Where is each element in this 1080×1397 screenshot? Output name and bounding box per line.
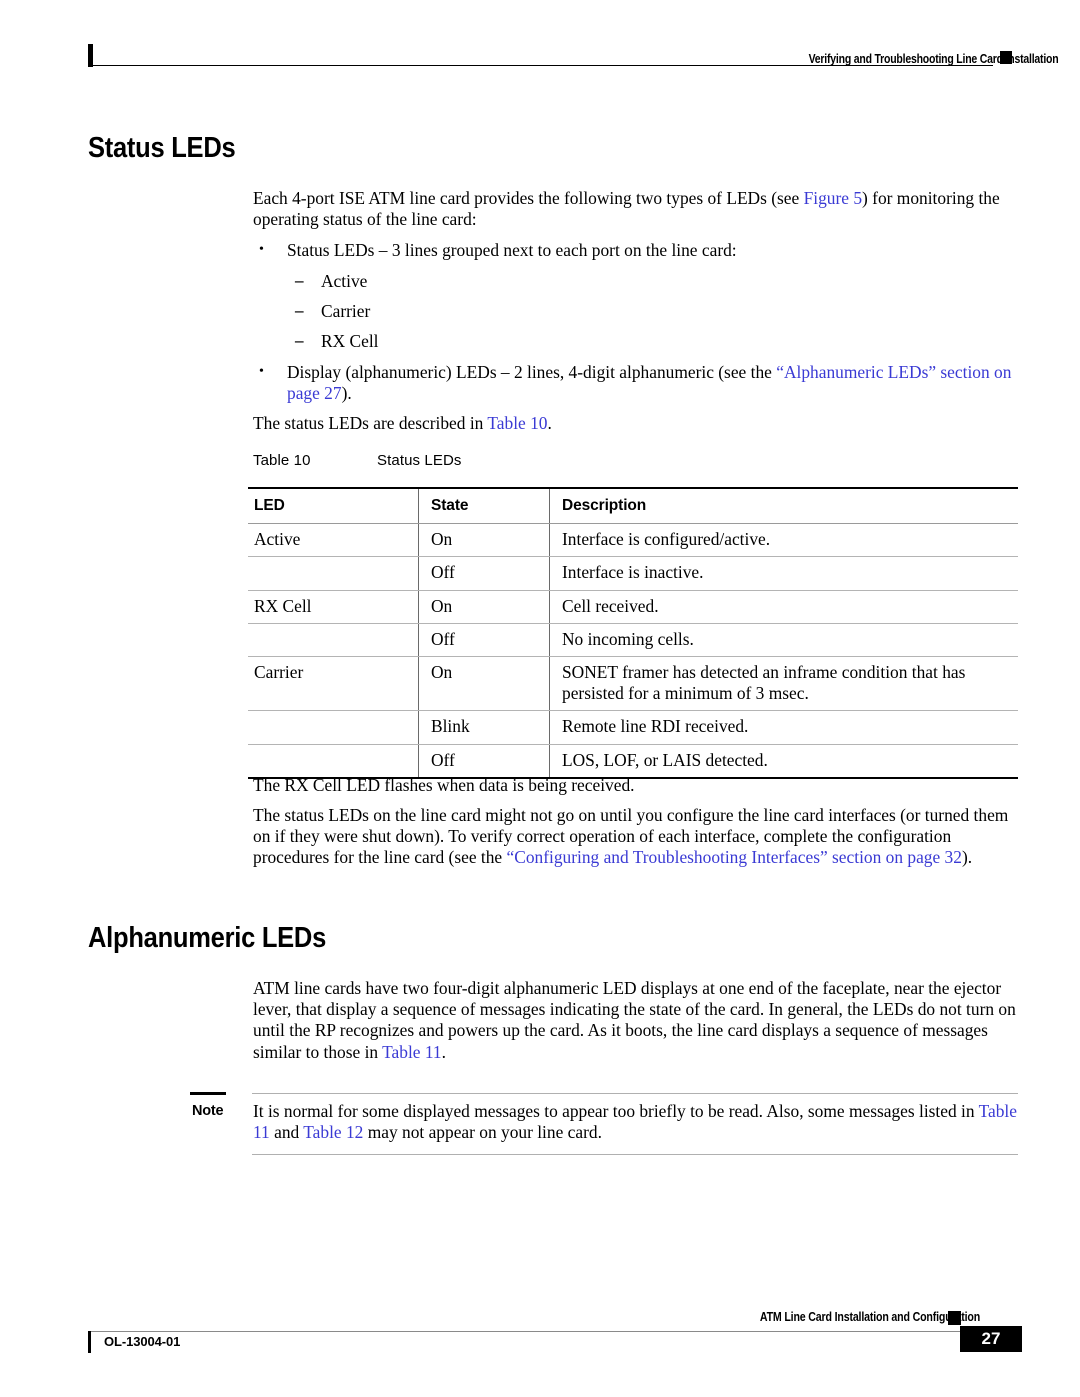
para2-post-text: ). — [961, 847, 973, 868]
rx-cell-paragraph: The RX Cell LED flashes when data is bei… — [253, 775, 1018, 796]
note-label: Note — [192, 1103, 224, 1119]
list-item: Active — [253, 270, 1018, 292]
table-row: Active On Interface is configured/active… — [248, 523, 1018, 558]
table-10-link[interactable]: Table 10 — [487, 413, 547, 433]
cell-state: On — [418, 656, 550, 712]
footer-document-id: OL-13004-01 — [104, 1334, 181, 1349]
cell-description: Interface is inactive. — [549, 556, 1018, 591]
cell-led — [248, 710, 419, 745]
cell-led: Active — [248, 523, 419, 558]
header-square-marker — [1000, 51, 1012, 64]
cell-led — [248, 744, 419, 779]
list-item: Status LEDs – 3 lines grouped next to ea… — [253, 239, 1018, 261]
cell-state: Off — [418, 623, 550, 658]
alphanumeric-leds-paragraph: ATM line cards have two four-digit alpha… — [253, 978, 1018, 1063]
bullet-text: Status LEDs – 3 lines grouped next to ea… — [287, 240, 737, 260]
table-row: Blink Remote line RDI received. — [248, 710, 1018, 745]
display-led-bullet: Display (alphanumeric) LEDs – 2 lines, 4… — [253, 361, 1018, 404]
footer-rule — [88, 1331, 963, 1332]
cell-led: Carrier — [248, 656, 419, 712]
column-header-description: Description — [549, 487, 1018, 525]
intro-paragraph: Each 4-port ISE ATM line card provides t… — [253, 188, 1018, 230]
cell-state: Off — [418, 556, 550, 591]
table-caption-number: Table 10 — [253, 452, 311, 469]
cell-description: LOS, LOF, or LAIS detected. — [549, 744, 1018, 779]
configuring-interfaces-section-link[interactable]: “Configuring and Troubleshooting Interfa… — [507, 847, 962, 867]
bullet2-pre-text: Display (alphanumeric) LEDs – 2 lines, 4… — [287, 362, 777, 382]
list-item: RX Cell — [253, 330, 1018, 352]
running-head: Verifying and Troubleshooting Line Card … — [808, 52, 1058, 66]
sub-item-label: Active — [321, 271, 368, 291]
bullet2-post-text: ). — [341, 383, 352, 404]
header-tick-mark — [88, 44, 93, 67]
section-heading-status-leds: Status LEDs — [88, 132, 236, 164]
alpha-post-text: . — [441, 1041, 446, 1062]
cell-state: On — [418, 523, 550, 558]
note-rule-top — [252, 1093, 1018, 1094]
sub-item-label: Carrier — [321, 301, 371, 322]
note-post-text: may not appear on your line card. — [363, 1122, 602, 1143]
table-caption: Table 10 Status LEDs — [253, 452, 461, 469]
intro-pre-text: Each 4-port ISE ATM line card provides t… — [253, 188, 804, 208]
cell-description: Remote line RDI received. — [549, 710, 1018, 745]
status-led-bullet-list: Status LEDs – 3 lines grouped next to ea… — [253, 239, 1018, 261]
note-tick-mark — [190, 1092, 226, 1095]
after-table-paragraph-1: The RX Cell LED flashes when data is bei… — [253, 775, 635, 795]
cell-description: Cell received. — [549, 589, 1018, 624]
status-leds-table: LED State Description Active On Interfac… — [248, 487, 1018, 779]
cell-description: Interface is configured/active. — [549, 523, 1018, 558]
cell-led — [248, 556, 419, 591]
footer-tick-mark — [88, 1331, 91, 1353]
table-12-link[interactable]: Table 12 — [303, 1122, 363, 1142]
table-caption-title: Status LEDs — [377, 452, 462, 469]
cell-state: Blink — [418, 710, 550, 745]
table-row: Off Interface is inactive. — [248, 556, 1018, 591]
footer-title: ATM Line Card Installation and Configura… — [759, 1310, 980, 1324]
table-row: Off LOS, LOF, or LAIS detected. — [248, 744, 1018, 779]
sub-item-label: RX Cell — [321, 331, 379, 352]
footer-square-marker — [948, 1311, 961, 1325]
note-pre-text: It is normal for some displayed messages… — [253, 1101, 979, 1121]
cell-description: SONET framer has detected an inframe con… — [549, 656, 1018, 712]
alpha-pre-text: ATM line cards have two four-digit alpha… — [253, 978, 1016, 1062]
table-header-row: LED State Description — [248, 487, 1018, 525]
status-leds-config-paragraph: The status LEDs on the line card might n… — [253, 805, 1018, 869]
table-ref-post-text: . — [547, 413, 552, 433]
document-page: Verifying and Troubleshooting Line Card … — [0, 0, 1080, 1397]
table-11-link[interactable]: Table 11 — [382, 1042, 441, 1062]
cell-led — [248, 623, 419, 658]
status-led-sub-list: Active Carrier RX Cell — [253, 270, 1018, 353]
column-header-state: State — [418, 487, 550, 525]
table-row: Carrier On SONET framer has detected an … — [248, 656, 1018, 712]
list-item: Display (alphanumeric) LEDs – 2 lines, 4… — [253, 361, 1018, 404]
note-mid-text: and — [269, 1122, 304, 1143]
table-ref-pre-text: The status LEDs are described in — [253, 413, 488, 433]
table-row: RX Cell On Cell received. — [248, 589, 1018, 624]
note-rule-bottom — [252, 1154, 1018, 1155]
cell-description: No incoming cells. — [549, 623, 1018, 658]
page-number-badge: 27 — [960, 1326, 1022, 1352]
figure-5-link[interactable]: Figure 5 — [804, 188, 862, 208]
cell-state: Off — [418, 744, 550, 779]
cell-led: RX Cell — [248, 589, 419, 624]
column-header-led: LED — [248, 487, 419, 525]
note-body: It is normal for some displayed messages… — [253, 1101, 1018, 1143]
table-row: Off No incoming cells. — [248, 623, 1018, 658]
list-item: Carrier — [253, 300, 1018, 322]
table-reference-sentence: The status LEDs are described in Table 1… — [253, 413, 1018, 434]
section-heading-alphanumeric-leds: Alphanumeric LEDs — [88, 922, 327, 954]
cell-state: On — [418, 589, 550, 624]
